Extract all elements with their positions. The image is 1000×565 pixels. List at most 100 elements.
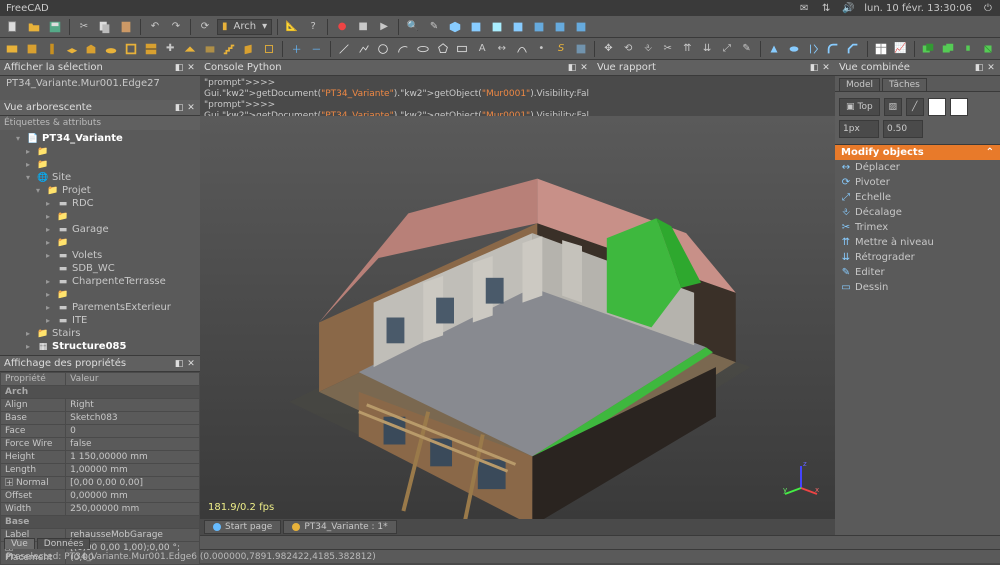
modify-item[interactable]: ⤢Echelle [835,190,1000,205]
modify-item[interactable]: ✎Editer [835,265,1000,280]
draft-upgrade-button[interactable]: ⇈ [679,40,696,58]
bool-union-button[interactable] [940,40,957,58]
color-face-button[interactable]: ▨ [884,98,902,116]
new-button[interactable] [4,18,22,36]
tab-document[interactable]: PT34_Variante : 1* [283,520,396,534]
part-fillet-button[interactable] [825,40,842,58]
copy-button[interactable] [96,18,114,36]
draft-line-button[interactable] [336,40,353,58]
bool-cut-button[interactable] [920,40,937,58]
property-row[interactable]: Force Wirefalse [1,438,200,451]
draft-ellipse-button[interactable] [415,40,432,58]
property-row[interactable]: AlignRight [1,399,200,412]
tab-data[interactable]: Données [37,538,91,549]
python-console[interactable]: "prompt">>>> Gui."kw2">getDocument("PT34… [200,76,593,116]
network-icon[interactable]: ⇅ [820,2,832,14]
modify-item[interactable]: ↔Déplacer [835,160,1000,175]
view-rear-button[interactable] [530,18,548,36]
arch-rebar-button[interactable] [43,40,60,58]
panel-close-icon[interactable]: ✕ [186,63,196,73]
property-row[interactable]: Width250,00000 mm [1,503,200,516]
arch-building-button[interactable] [83,40,100,58]
tree-item[interactable]: ▸▦Structure085 [2,340,198,353]
draft-wire-button[interactable] [355,40,372,58]
property-row[interactable]: Face0 [1,425,200,438]
view-top-button[interactable] [488,18,506,36]
draft-rect-button[interactable] [454,40,471,58]
modify-header[interactable]: Modify objects⌃ [835,145,1000,160]
draft-arc-button[interactable] [395,40,412,58]
arch-roof-button[interactable] [182,40,199,58]
zoom-fit-button[interactable]: 🔍 [404,18,422,36]
panel-close-icon[interactable]: ✕ [186,359,196,369]
tree-item[interactable]: ▸▬CharpenteTerrasse [2,275,198,288]
property-row[interactable]: +Normal[0,00 0,00 0,00] [1,477,200,490]
draft-trimex-button[interactable]: ✂ [659,40,676,58]
arch-panel-button[interactable] [241,40,258,58]
measure-button[interactable]: 📐 [283,18,301,36]
tree-item[interactable]: ▸▬Garage [2,223,198,236]
draft-edit-button[interactable]: ✎ [738,40,755,58]
tree-item[interactable]: ▸📁 [2,288,198,301]
panel-close-icon[interactable]: ✕ [579,63,589,73]
tree-item[interactable]: ▸📁 [2,210,198,223]
property-row[interactable]: Length1,00000 mm [1,464,200,477]
modify-item[interactable]: ✂Trimex [835,220,1000,235]
tree-item[interactable]: ▸▬Volets [2,249,198,262]
tree-item[interactable]: ▾📄PT34_Variante [2,132,198,145]
tree-item[interactable]: ▸📁 [2,145,198,158]
draft-scale-button[interactable]: ⤢ [719,40,736,58]
arch-remove-button[interactable]: － [308,40,325,58]
arch-site-button[interactable] [103,40,120,58]
panel-undock-icon[interactable]: ◧ [174,359,184,369]
draft-downgrade-button[interactable]: ⇊ [699,40,716,58]
3d-viewport[interactable]: 181.9/0.2 fps z x y [200,116,835,519]
panel-undock-icon[interactable]: ◧ [174,103,184,113]
arch-stairs-button[interactable] [221,40,238,58]
panel-close-icon[interactable]: ✕ [821,63,831,73]
volume-icon[interactable]: 🔊 [842,2,854,14]
draw-style-button[interactable]: ✎ [425,18,443,36]
part-revolve-button[interactable] [786,40,803,58]
tree-item[interactable]: ▾🌐Site [2,171,198,184]
combo-tab-model[interactable]: Model [839,78,880,91]
scale-input[interactable] [883,120,923,138]
arch-space-button[interactable] [201,40,218,58]
draft-circle-button[interactable] [375,40,392,58]
panel-undock-icon[interactable]: ◧ [567,63,577,73]
view-iso-button[interactable] [446,18,464,36]
help-button[interactable]: ? [304,18,322,36]
tree-item[interactable]: ▸▬ParementsExterieur [2,301,198,314]
part-chamfer-button[interactable] [845,40,862,58]
property-row[interactable]: Arch [1,386,200,399]
tree-item[interactable]: ▸📁 [2,236,198,249]
modify-item[interactable]: ⇊Rétrograder [835,250,1000,265]
part-mirror-button[interactable] [805,40,822,58]
redo-button[interactable]: ↷ [167,18,185,36]
bool-common-button[interactable] [959,40,976,58]
bool-section-button[interactable] [979,40,996,58]
tab-view[interactable]: Vue [4,538,35,549]
graph-button[interactable]: 📈 [892,40,909,58]
arch-section-button[interactable] [142,40,159,58]
arch-frame-button[interactable] [261,40,278,58]
combo-tab-tasks[interactable]: Tâches [882,78,927,91]
arch-struct-button[interactable] [24,40,41,58]
arch-wall-button[interactable] [4,40,21,58]
tree-item[interactable]: ▸📁 [2,158,198,171]
tab-start-page[interactable]: Start page [204,520,281,534]
refresh-button[interactable]: ⟳ [196,18,214,36]
workbench-selector[interactable]: ▮Arch▾ [217,19,272,35]
stop-button[interactable]: ■ [354,18,372,36]
draft-bspline-button[interactable] [513,40,530,58]
property-row[interactable]: BaseSketch083 [1,412,200,425]
draft-rotate-button[interactable]: ⟲ [620,40,637,58]
open-button[interactable] [25,18,43,36]
draft-move-button[interactable]: ✥ [600,40,617,58]
panel-undock-icon[interactable]: ◧ [174,63,184,73]
record-button[interactable]: ● [333,18,351,36]
modify-item[interactable]: ⇈Mettre à niveau [835,235,1000,250]
tree-item[interactable]: ▬SDB_WC [2,262,198,275]
property-row[interactable]: Offset0,00000 mm [1,490,200,503]
tree-item[interactable]: ▸▬ITE [2,314,198,327]
